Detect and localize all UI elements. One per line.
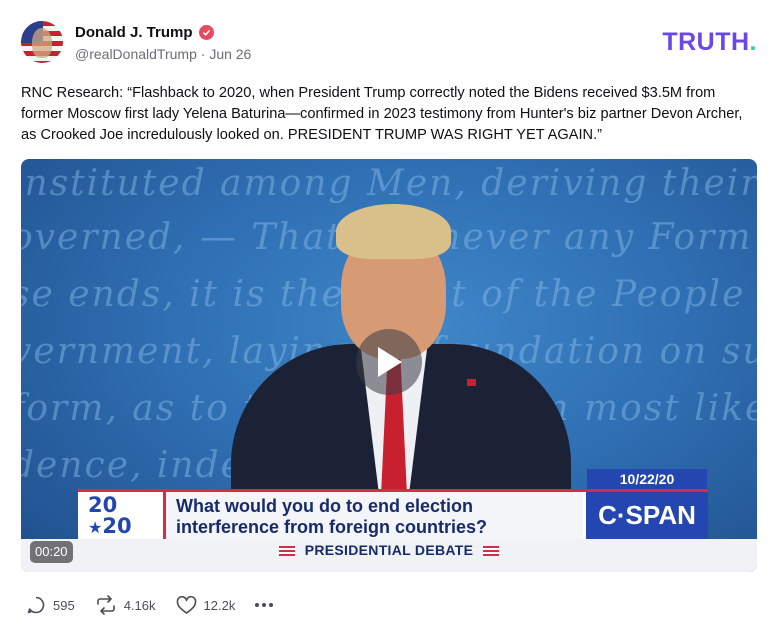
flag-stripes-icon: [483, 546, 500, 557]
debate-question: What would you do to end election interf…: [176, 496, 488, 537]
reply-count: 595: [53, 597, 75, 613]
display-name[interactable]: Donald J. Trump: [75, 24, 193, 41]
logo-line-2: ★20: [88, 514, 132, 538]
post-text: RNC Research: “Flashback to 2020, when P…: [21, 85, 743, 143]
play-button[interactable]: [356, 329, 422, 395]
flag-stripes-icon: [278, 546, 295, 557]
more-options-icon[interactable]: [255, 603, 274, 607]
video-player[interactable]: instituted among Men, deriving their jus…: [21, 159, 757, 572]
flag-pin: [467, 379, 476, 386]
broadcast-date: 10/22/20: [587, 469, 707, 489]
name-row: Donald J. Trump: [75, 22, 251, 42]
verified-badge-icon: [198, 24, 214, 40]
brand-name: TRUTH: [662, 28, 750, 56]
action-bar: 595 4.16k 12.2k: [26, 594, 274, 616]
heart-icon: [176, 595, 196, 614]
video-duration: 00:20: [30, 541, 73, 563]
repost-icon: [96, 595, 115, 615]
author-block: Donald J. Trump @realDonaldTrump · Jun 2…: [75, 22, 251, 63]
truth-post: Donald J. Trump @realDonaldTrump · Jun 2…: [0, 0, 778, 635]
avatar-face: [32, 28, 52, 58]
repost-button[interactable]: 4.16k: [95, 595, 156, 615]
network-logo: C·SPAN: [583, 492, 708, 539]
debate-label: PRESIDENTIAL DEBATE: [304, 542, 474, 558]
truth-logo[interactable]: TRUTH.: [662, 28, 757, 57]
background-script-text: instituted among Men, deriving their jus…: [21, 163, 757, 204]
like-count: 12.2k: [203, 597, 236, 613]
debate-banner: PRESIDENTIAL DEBATE: [21, 539, 757, 572]
post-date[interactable]: Jun 26: [209, 46, 251, 62]
logo-line-1: 20: [88, 493, 118, 517]
brand-dot: .: [749, 28, 757, 56]
avatar[interactable]: [21, 21, 63, 63]
star-icon: ★: [88, 518, 103, 537]
reply-button[interactable]: 595: [26, 595, 75, 615]
speaker-hair: [336, 204, 451, 259]
repost-count: 4.16k: [123, 597, 156, 613]
lower-third: 20 ★20 What would you do to end election…: [78, 489, 708, 539]
debate-label-row: PRESIDENTIAL DEBATE: [21, 539, 757, 561]
reply-icon: [27, 596, 45, 614]
handle[interactable]: @realDonaldTrump: [75, 46, 197, 62]
play-icon: [378, 347, 402, 377]
handle-row: @realDonaldTrump · Jun 26: [75, 46, 251, 62]
debate-2020-logo: 20 ★20: [78, 492, 166, 539]
like-button[interactable]: 12.2k: [176, 595, 236, 615]
